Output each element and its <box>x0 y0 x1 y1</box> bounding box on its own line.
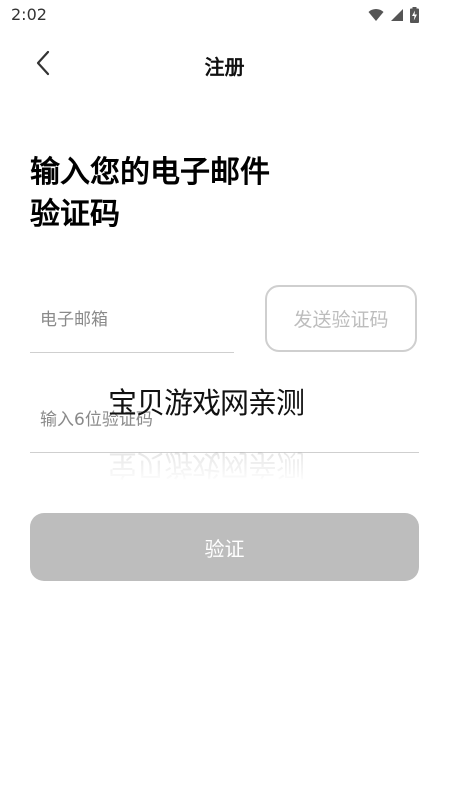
heading-line-1: 输入您的电子邮件 <box>30 155 270 190</box>
email-field <box>30 290 234 353</box>
status-icons <box>368 6 419 24</box>
status-bar: 2:02 <box>0 0 449 30</box>
cellular-signal-icon <box>390 8 404 22</box>
battery-charging-icon <box>410 7 419 23</box>
page-title: 注册 <box>204 55 245 79</box>
heading-line-2: 验证码 <box>30 197 120 232</box>
instruction-heading: 输入您的电子邮件 验证码 <box>30 152 330 236</box>
status-time: 2:02 <box>11 5 47 24</box>
send-code-button[interactable]: 发送验证码 <box>265 285 417 352</box>
verification-code-input[interactable] <box>30 408 419 432</box>
verification-code-field <box>30 390 419 453</box>
email-input[interactable] <box>30 308 234 332</box>
register-screen: 2:02 注册 输入您的电子邮件 验证码 电子邮箱 发送验证码 输入6位验证码 … <box>0 0 449 798</box>
verify-button[interactable]: 验证 <box>30 513 419 581</box>
wifi-icon <box>368 8 384 22</box>
